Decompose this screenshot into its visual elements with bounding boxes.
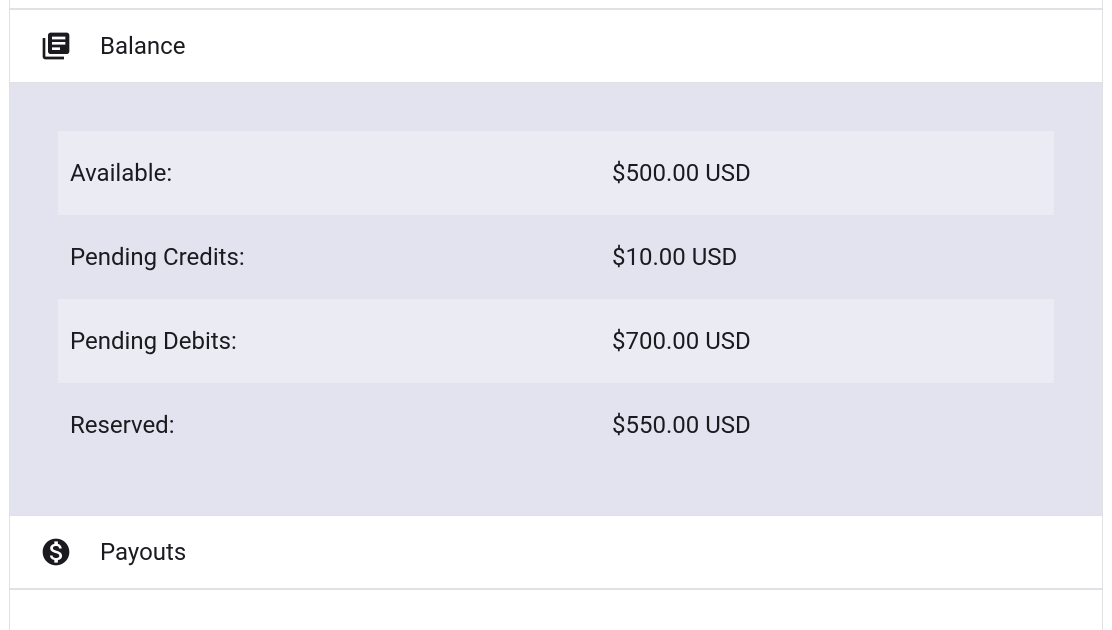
balance-label: Reserved: — [70, 411, 612, 439]
library-books-icon — [40, 30, 72, 62]
payouts-title: Payouts — [100, 538, 186, 566]
balance-row-pending-debits: Pending Debits: $700.00 USD — [58, 299, 1054, 383]
payouts-body-edge — [10, 589, 1102, 590]
balance-value: $550.00 USD — [612, 411, 751, 439]
balance-value: $700.00 USD — [612, 327, 751, 355]
balance-label: Available: — [70, 159, 612, 187]
balance-body: Available: $500.00 USD Pending Credits: … — [10, 83, 1102, 515]
payouts-section-header: Payouts — [10, 515, 1102, 589]
balance-label: Pending Credits: — [70, 243, 612, 271]
balance-section-header: Balance — [10, 9, 1102, 83]
balance-value: $500.00 USD — [612, 159, 751, 187]
panel-container: Balance Available: $500.00 USD Pending C… — [9, 0, 1103, 630]
balance-row-reserved: Reserved: $550.00 USD — [58, 383, 1054, 467]
balance-row-available: Available: $500.00 USD — [58, 131, 1054, 215]
balance-title: Balance — [100, 32, 185, 60]
monetization-icon — [40, 536, 72, 568]
top-edge-divider — [10, 0, 1102, 9]
balance-label: Pending Debits: — [70, 327, 612, 355]
balance-row-pending-credits: Pending Credits: $10.00 USD — [58, 215, 1054, 299]
balance-value: $10.00 USD — [612, 243, 737, 271]
